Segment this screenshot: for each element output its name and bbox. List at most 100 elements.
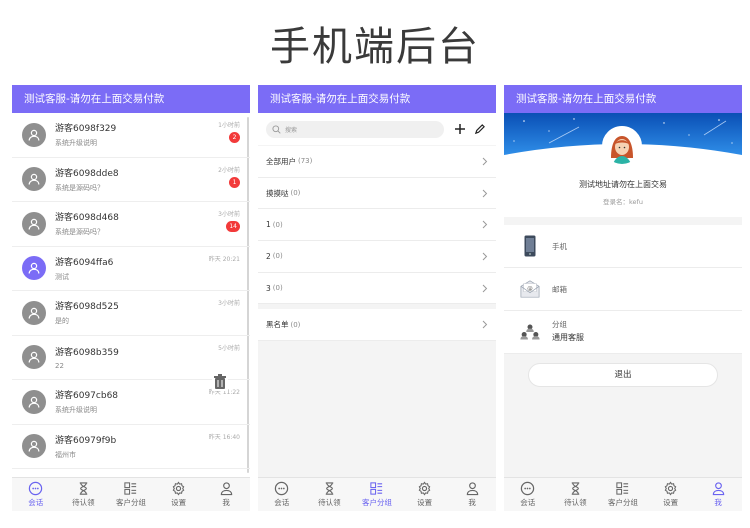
group-value: 通用客服	[552, 333, 584, 342]
tab-chat[interactable]: 会话	[504, 478, 552, 511]
phone-icon	[520, 234, 540, 258]
group-list: 全部用户 (73) 摸摸哒 (0) 1 (0) 2 (0) 3 (0)	[258, 146, 496, 305]
message-time: 昨天 20:21	[208, 255, 240, 263]
chat-list[interactable]: 游客6098f329 系统升级说明 1小时前 2 游客6098dde8 系统是源码吗？ 2小…	[12, 113, 250, 477]
tab-chat[interactable]: 会话	[12, 478, 60, 511]
info-group-text: 分组 通用客服	[552, 319, 584, 343]
tab-label: 我	[222, 498, 230, 507]
add-icon[interactable]	[454, 123, 466, 135]
tab-label: 待认领	[72, 498, 95, 507]
tab-pending[interactable]: 待认领	[306, 478, 354, 511]
message-time: 昨天 16:40	[208, 433, 240, 441]
chevron-right-icon	[482, 189, 488, 198]
chat-list-item[interactable]: 游客60979f9b 福州市 昨天 16:40	[12, 425, 250, 469]
search-placeholder: 搜索	[285, 126, 298, 134]
user-avatar-icon	[22, 167, 46, 192]
last-message: 系统升级说明	[55, 139, 97, 148]
logout-button[interactable]: 退出	[528, 363, 718, 387]
tab-settings[interactable]: 设置	[647, 478, 695, 511]
chat-list-item[interactable]: 游客6098dde8 系统是源码吗？ 2小时前 1	[12, 158, 250, 202]
message-time: 5小时前	[218, 344, 240, 352]
group-item[interactable]: 摸摸哒 (0)	[258, 178, 496, 210]
profile-title: 测试地址请勿在上面交易	[579, 180, 667, 189]
chat-list-item[interactable]: 游客6098f329 系统升级说明 1小时前 2	[12, 113, 250, 158]
info-label: 邮箱	[552, 284, 567, 294]
info-list: 手机 @ 邮箱 分组 通用客服	[504, 225, 742, 354]
phone-groups: 测试客服-请勿在上面交易付款 搜索 全部用户 (73) 摸摸哒 (0) 1 (0) 2 (0)…	[258, 85, 496, 511]
login-name: 登录名：kefu	[603, 198, 643, 206]
info-phone[interactable]: 手机	[504, 225, 742, 268]
tab-me[interactable]: 我	[202, 478, 250, 511]
tab-pending[interactable]: 待认领	[60, 478, 108, 511]
last-message: 22	[55, 361, 64, 370]
tab-me[interactable]: 我	[448, 478, 496, 511]
search-input[interactable]: 搜索	[266, 120, 444, 138]
info-email[interactable]: @ 邮箱	[504, 268, 742, 311]
edit-icon[interactable]	[474, 123, 485, 135]
info-group[interactable]: 分组 通用客服	[504, 311, 742, 354]
tab-settings[interactable]: 设置	[401, 478, 449, 511]
tab-groups[interactable]: 客户分组	[353, 478, 401, 511]
message-time: 3小时前	[218, 300, 240, 307]
blacklist-section: 黑名单 (0)	[258, 309, 496, 342]
group-item[interactable]: 2 (0)	[258, 241, 496, 273]
group-item[interactable]: 3 (0)	[258, 273, 496, 305]
unread-badge: 1	[229, 176, 240, 188]
tab-me[interactable]: 我	[694, 478, 742, 511]
group-name: 全部用户	[266, 156, 296, 166]
chevron-right-icon	[482, 321, 488, 329]
group-name: 黑名单	[266, 320, 289, 330]
chevron-right-icon	[482, 157, 488, 166]
user-avatar-icon	[22, 300, 46, 325]
last-message: 系统升级说明	[55, 406, 97, 415]
chat-bubble-icon	[521, 481, 535, 496]
list-icon	[370, 482, 383, 495]
last-message: 系统是源码吗？	[55, 228, 104, 237]
phone-conversations: 测试客服-请勿在上面交易付款 游客6098f329 系统升级说明 1小时前 2 游客60…	[12, 85, 250, 511]
avatar[interactable]	[602, 126, 642, 166]
search-icon	[272, 124, 281, 134]
group-item[interactable]: 1 (0)	[258, 209, 496, 242]
tab-settings[interactable]: 设置	[155, 478, 203, 511]
user-avatar-icon	[22, 345, 46, 370]
phone-profile: 测试客服-请勿在上面交易付款 测试地址请勿在上面交易 登录名：kefu 手机 @…	[504, 85, 742, 511]
group-name: 3	[266, 283, 271, 293]
message-time: 2小时前	[218, 166, 240, 174]
chat-list-item[interactable]: 游客6094ffa6 测试 昨天 20:21	[12, 247, 250, 291]
last-message: 是的	[55, 317, 69, 326]
tab-label: 客户分组	[607, 498, 638, 507]
group-item-blacklist[interactable]: 黑名单 (0)	[258, 309, 496, 342]
tab-bar: 会话 待认领 客户分组 设置 我	[258, 477, 496, 511]
app-header: 测试客服-请勿在上面交易付款	[504, 85, 742, 113]
tab-groups[interactable]: 客户分组	[107, 478, 155, 511]
unread-badge: 14	[226, 221, 240, 232]
user-avatar-icon	[22, 211, 46, 236]
tab-label: 我	[468, 498, 476, 507]
team-icon	[520, 320, 540, 344]
chat-list-item[interactable]: 游客6098d468 系统是源码吗？ 3小时前 14	[12, 202, 250, 247]
last-message: 系统是源码吗？	[55, 183, 104, 192]
message-time: 1小时前	[218, 122, 240, 129]
tab-chat[interactable]: 会话	[258, 478, 306, 511]
tab-label: 客户分组	[115, 498, 146, 507]
app-header: 测试客服-请勿在上面交易付款	[258, 85, 496, 113]
tab-label: 会话	[274, 498, 290, 507]
unread-badge: 2	[229, 132, 240, 143]
tab-groups[interactable]: 客户分组	[599, 478, 647, 511]
user-avatar-icon	[22, 256, 46, 281]
tab-bar: 会话 待认领 客户分组 设置 我	[504, 477, 742, 511]
tab-label: 会话	[28, 498, 44, 507]
user-avatar-icon	[22, 389, 46, 414]
trash-icon[interactable]	[212, 373, 228, 391]
chevron-right-icon	[482, 284, 488, 293]
tab-pending[interactable]: 待认领	[552, 478, 600, 511]
email-icon: @	[520, 277, 540, 301]
tab-bar: 会话 待认领 客户分组 设置 我	[12, 477, 250, 511]
chat-bubble-icon	[29, 481, 43, 496]
person-icon	[220, 482, 232, 496]
gear-icon	[418, 481, 431, 496]
tab-label: 设置	[663, 498, 679, 507]
chevron-right-icon	[482, 221, 488, 229]
chat-list-item[interactable]: 游客6098d525 是的 3小时前	[12, 291, 250, 336]
group-item[interactable]: 全部用户 (73)	[258, 146, 496, 178]
